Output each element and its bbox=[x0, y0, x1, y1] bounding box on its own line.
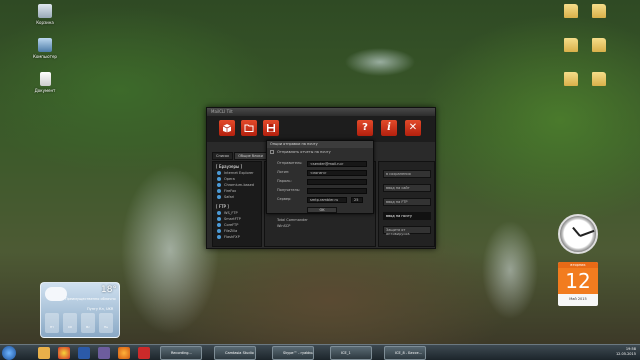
toolbar: ? i ✕ bbox=[207, 116, 435, 142]
desktop-icon-label: Корзина bbox=[36, 20, 54, 25]
field-label: Получатель: bbox=[277, 188, 300, 192]
weather-temperature: 18° bbox=[101, 285, 117, 295]
field-label: Сервер: bbox=[277, 197, 292, 201]
recipient-field[interactable] bbox=[307, 188, 367, 194]
explorer-icon[interactable] bbox=[38, 347, 50, 359]
weather-day: Пт bbox=[45, 313, 59, 333]
mail-options-dialog: Опции отправки на почту Отправлять отчет… bbox=[266, 140, 374, 214]
computer-icon bbox=[38, 38, 52, 52]
tab-list[interactable]: Список bbox=[212, 152, 234, 160]
floppy-icon bbox=[267, 124, 275, 132]
calendar-gadget[interactable]: вторник 12 Май 2015 bbox=[558, 262, 598, 306]
ok-button[interactable]: OK bbox=[307, 207, 337, 213]
action-button-active[interactable]: ввод на почту bbox=[383, 212, 431, 220]
checkbox-label: Отправлять отчеты на почту bbox=[277, 150, 331, 154]
close-button[interactable]: ✕ bbox=[405, 120, 421, 136]
start-button[interactable] bbox=[2, 346, 16, 360]
port-field[interactable]: 25 bbox=[351, 197, 363, 203]
save-button[interactable] bbox=[263, 120, 279, 136]
desktop-icon-label: Компьютер bbox=[33, 54, 57, 59]
list-item[interactable]: Total Commander bbox=[265, 218, 308, 222]
document-icon bbox=[39, 72, 51, 86]
weather-day: Вс bbox=[81, 313, 95, 333]
action-button[interactable]: ввод на FTP bbox=[383, 198, 431, 206]
desktop-folder[interactable] bbox=[584, 4, 614, 20]
weather-location: Пунгу Кл, UKR bbox=[87, 307, 114, 311]
group-ftp-title: [ FTP ] bbox=[216, 204, 229, 209]
yandex-icon[interactable] bbox=[138, 347, 150, 359]
program-list: [ Браузеры ] Internet Explorer Opera Chr… bbox=[212, 161, 262, 247]
desktop-icon-label: Документ bbox=[34, 88, 56, 93]
folder-icon bbox=[592, 38, 606, 52]
folder-icon bbox=[592, 72, 606, 86]
info-button[interactable]: i bbox=[381, 120, 397, 136]
actions-panel: в сохранения ввод на сайт ввод на FTP вв… bbox=[378, 161, 435, 247]
weather-day: Сб bbox=[63, 313, 77, 333]
clock-minute-hand bbox=[579, 229, 595, 237]
folder-icon bbox=[564, 4, 578, 18]
desktop-icon-document[interactable]: Документ bbox=[30, 72, 60, 93]
recycle-bin-icon bbox=[38, 4, 52, 18]
field-label: Логин: bbox=[277, 170, 290, 174]
desktop-folder[interactable] bbox=[556, 4, 586, 20]
desktop-icon-computer[interactable]: Компьютер bbox=[30, 38, 60, 59]
folder-icon bbox=[592, 4, 606, 18]
password-field[interactable] bbox=[307, 179, 367, 185]
list-item[interactable]: FlashFXP bbox=[213, 234, 261, 240]
desktop-folder[interactable] bbox=[584, 72, 614, 88]
list-item[interactable]: WinSCP bbox=[265, 224, 290, 228]
field-label: Отправитель: bbox=[277, 161, 303, 165]
task-camtasia[interactable]: Camtasia Studio bbox=[214, 346, 256, 360]
send-reports-checkbox[interactable]: Отправлять отчеты на почту bbox=[267, 148, 373, 156]
tab-common-blocks[interactable]: Общие блоки bbox=[234, 152, 267, 160]
help-button[interactable]: ? bbox=[357, 120, 373, 136]
dialog-title[interactable]: Опции отправки на почту bbox=[267, 141, 373, 148]
action-button[interactable]: Защита от антивирусов bbox=[383, 226, 431, 236]
folder-button[interactable] bbox=[241, 120, 257, 136]
box-icon bbox=[222, 124, 232, 133]
action-button[interactable]: в сохранения bbox=[383, 170, 431, 178]
calendar-month-year: Май 2015 bbox=[569, 297, 587, 301]
word-icon[interactable] bbox=[78, 347, 90, 359]
weather-day: Пн bbox=[99, 313, 113, 333]
task-skype[interactable]: Skype™ - ryabko... bbox=[272, 346, 314, 360]
weather-condition: Преимущественно облачно bbox=[65, 297, 116, 301]
tray-date: 12.05.2015 bbox=[615, 352, 636, 356]
folder-icon bbox=[564, 72, 578, 86]
task-ice8[interactable]: ICE_8 - Бессе... bbox=[384, 346, 426, 360]
group-browsers-title: [ Браузеры ] bbox=[216, 164, 243, 169]
action-button[interactable]: ввод на сайт bbox=[383, 184, 431, 192]
desktop-folder[interactable] bbox=[556, 38, 586, 54]
taskbar: Recording... Camtasia Studio Skype™ - ry… bbox=[0, 344, 640, 360]
window-title[interactable]: MailCLI Tilt bbox=[207, 108, 435, 116]
open-button[interactable] bbox=[219, 120, 235, 136]
login-field[interactable]: <логин> bbox=[307, 170, 367, 176]
folder-icon bbox=[564, 38, 578, 52]
task-ice1[interactable]: ICE_1 bbox=[330, 346, 372, 360]
clock-gadget[interactable] bbox=[558, 214, 598, 254]
desktop-folder[interactable] bbox=[556, 72, 586, 88]
list-item[interactable]: Safari bbox=[213, 194, 261, 200]
field-label: Пароль: bbox=[277, 179, 292, 183]
calendar-day: 12 bbox=[558, 268, 598, 294]
task-recording[interactable]: Recording... bbox=[160, 346, 202, 360]
folder-icon bbox=[244, 124, 254, 132]
server-select[interactable]: smtp.rambler.ru bbox=[307, 197, 347, 203]
tray-clock[interactable]: 19:58 12.05.2015 bbox=[616, 347, 636, 357]
sender-field[interactable]: <sender@mail.ru> bbox=[307, 161, 367, 167]
firefox-icon[interactable] bbox=[118, 347, 130, 359]
desktop-icon-recycle-bin[interactable]: Корзина bbox=[30, 4, 60, 25]
checkbox-icon bbox=[270, 150, 274, 154]
desktop-folder[interactable] bbox=[584, 38, 614, 54]
chrome-icon[interactable] bbox=[58, 347, 70, 359]
app-icon[interactable] bbox=[98, 347, 110, 359]
cloud-icon bbox=[45, 287, 67, 301]
weather-gadget[interactable]: 18° Преимущественно облачно Пунгу Кл, UK… bbox=[40, 282, 120, 338]
